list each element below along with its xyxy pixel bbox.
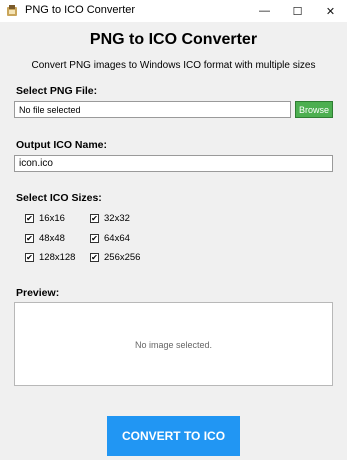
- size-label: 48x48: [39, 233, 65, 244]
- convert-button[interactable]: CONVERT TO ICO: [107, 416, 240, 456]
- close-button[interactable]: ✕: [314, 0, 347, 22]
- size-label: 256x256: [104, 252, 141, 263]
- checkbox-icon[interactable]: ✔: [90, 234, 99, 243]
- checkbox-icon[interactable]: ✔: [90, 253, 99, 262]
- size-label: 128x128: [39, 252, 76, 263]
- size-checkbox-256[interactable]: ✔ 256x256: [90, 252, 140, 263]
- checkbox-icon[interactable]: ✔: [25, 234, 34, 243]
- window-title: PNG to ICO Converter: [25, 4, 136, 16]
- page-title: PNG to ICO Converter: [89, 31, 258, 48]
- checkbox-icon[interactable]: ✔: [90, 214, 99, 223]
- size-checkbox-16[interactable]: ✔ 16x16: [25, 213, 65, 224]
- size-checkbox-48[interactable]: ✔ 48x48: [25, 233, 65, 244]
- checkbox-icon[interactable]: ✔: [25, 253, 34, 262]
- size-label: 64x64: [104, 233, 130, 244]
- file-path-field[interactable]: No file selected: [14, 101, 291, 118]
- app-window: PNG to ICO Converter — ☐ ✕ PNG to ICO Co…: [0, 0, 347, 460]
- size-checkbox-64[interactable]: ✔ 64x64: [90, 233, 130, 244]
- select-png-label: Select PNG File:: [16, 85, 98, 97]
- output-name-field[interactable]: icon.ico: [14, 155, 333, 172]
- minimize-button[interactable]: —: [248, 0, 281, 22]
- preview-placeholder: No image selected.: [134, 340, 213, 350]
- title-bar[interactable]: PNG to ICO Converter — ☐ ✕: [0, 0, 347, 22]
- page-subtitle: Convert PNG images to Windows ICO format…: [31, 60, 316, 71]
- size-checkbox-32[interactable]: ✔ 32x32: [90, 213, 130, 224]
- size-label: 32x32: [104, 213, 130, 224]
- size-label: 16x16: [39, 213, 65, 224]
- preview-area: No image selected.: [14, 302, 333, 386]
- checkbox-icon[interactable]: ✔: [25, 214, 34, 223]
- select-sizes-label: Select ICO Sizes:: [16, 192, 102, 204]
- size-checkbox-128[interactable]: ✔ 128x128: [25, 252, 75, 263]
- maximize-button[interactable]: ☐: [281, 0, 314, 22]
- preview-label: Preview:: [16, 287, 60, 299]
- app-icon: [7, 5, 17, 16]
- browse-button[interactable]: Browse: [295, 101, 333, 118]
- output-name-label: Output ICO Name:: [16, 139, 107, 151]
